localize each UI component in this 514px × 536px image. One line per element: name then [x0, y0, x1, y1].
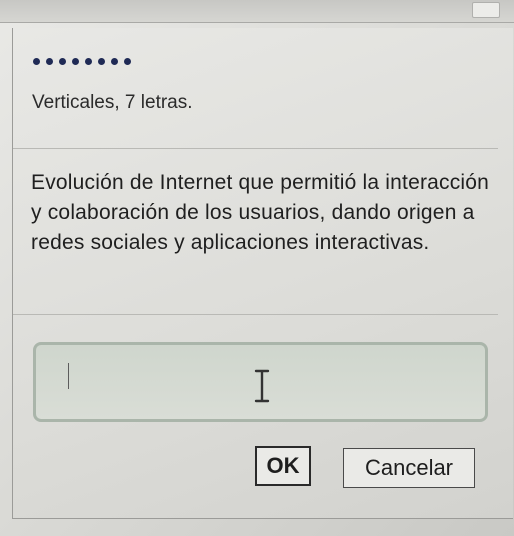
- letter-slot-dot: [46, 58, 53, 65]
- letter-slot-dot: [85, 58, 92, 65]
- window-top-bar: [0, 0, 514, 23]
- clue-text: Evolución de Internet que permitió la in…: [31, 171, 490, 254]
- text-cursor-icon: [254, 369, 270, 403]
- letter-slot-dot: [98, 58, 105, 65]
- divider: [13, 314, 498, 315]
- clue-direction-hint: Verticales, 7 letras.: [32, 92, 193, 113]
- letter-slot-dot: [33, 58, 40, 65]
- letter-slot-dot: [111, 58, 118, 65]
- crossword-answer-dialog: Verticales, 7 letras. Evolución de Inter…: [12, 28, 513, 519]
- divider: [13, 148, 498, 149]
- answer-input[interactable]: [33, 342, 488, 422]
- window-control[interactable]: [472, 2, 500, 18]
- letter-slot-dot: [59, 58, 66, 65]
- letter-slot-dot: [72, 58, 79, 65]
- cancel-button[interactable]: Cancelar: [343, 448, 475, 488]
- ok-button[interactable]: OK: [255, 446, 311, 486]
- answer-length-dots: [33, 58, 131, 65]
- letter-slot-dot: [124, 58, 131, 65]
- text-caret: [68, 363, 69, 389]
